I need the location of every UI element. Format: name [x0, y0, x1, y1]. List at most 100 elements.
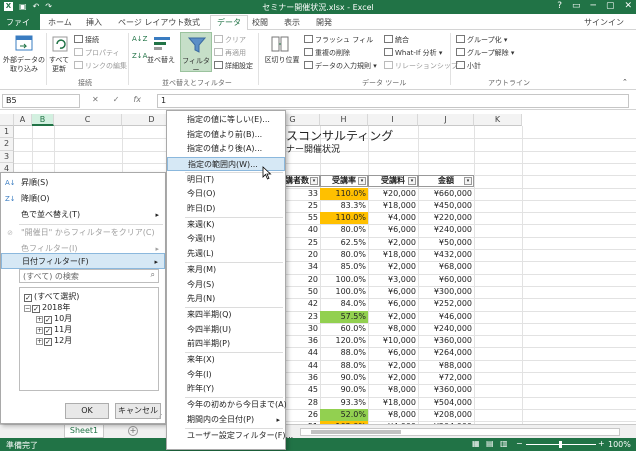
edit-links-button[interactable]: リンクの編集 — [74, 61, 127, 71]
filter-search-input[interactable]: (すべて) の検索 ⌕ — [19, 269, 159, 283]
date-filter-option[interactable]: 今四半期(U) — [167, 323, 285, 337]
group-button[interactable]: グループ化 ▾ — [456, 35, 507, 45]
table-cell[interactable]: ¥504,000 — [418, 397, 474, 409]
table-cell[interactable]: ¥60,000 — [418, 274, 474, 286]
table-cell[interactable]: ¥3,000 — [368, 274, 418, 286]
table-cell[interactable]: 85.0% — [320, 261, 368, 273]
date-filter-option[interactable]: 先月(N) — [167, 292, 285, 306]
date-filter-option[interactable]: 来四半期(Q) — [167, 308, 285, 322]
confirm-entry-icon[interactable]: ✓ — [113, 95, 120, 104]
date-filter-option[interactable]: 今日(O) — [167, 187, 285, 201]
tree-month[interactable]: + ✓ 11月 — [36, 324, 72, 335]
date-filter-option[interactable]: 先週(L) — [167, 247, 285, 261]
table-cell[interactable]: ¥2,000 — [368, 261, 418, 273]
expand-icon[interactable]: + — [36, 338, 43, 345]
table-cell[interactable]: ¥10,000 — [368, 335, 418, 347]
horizontal-scrollbar[interactable] — [300, 428, 620, 436]
table-cell[interactable]: ¥6,000 — [368, 286, 418, 298]
table-cell[interactable]: 84.0% — [320, 298, 368, 310]
date-filter-option[interactable]: ユーザー設定フィルター(F)... — [167, 429, 293, 443]
ungroup-button[interactable]: グループ解除 ▾ — [456, 48, 514, 58]
column-header[interactable]: B — [32, 114, 54, 126]
date-filter-option[interactable]: 来週(K) — [167, 218, 285, 232]
date-filter-option[interactable]: 今週(H) — [167, 232, 285, 246]
collapse-ribbon-icon[interactable]: ⌃ — [622, 78, 628, 87]
table-cell[interactable]: ¥18,000 — [368, 200, 418, 212]
column-header[interactable]: H — [320, 114, 368, 126]
table-cell[interactable]: 60.0% — [320, 323, 368, 335]
clear-filter-item[interactable]: ⊘ "開催日" からフィルターをクリア(C) — [1, 225, 165, 241]
checkbox-checked-icon[interactable]: ✓ — [24, 294, 32, 302]
table-cell[interactable]: 83.3% — [320, 200, 368, 212]
table-cell[interactable]: ¥46,000 — [418, 311, 474, 323]
date-filter-option[interactable]: 昨日(D) — [167, 202, 285, 216]
sort-ascending-button[interactable]: A↓Z — [132, 35, 147, 44]
table-cell[interactable]: ¥2,000 — [368, 311, 418, 323]
table-cell[interactable]: 110.0% — [320, 212, 368, 225]
tab-developer[interactable]: 開発 — [310, 16, 338, 30]
date-filter-option[interactable]: 昨年(Y) — [167, 382, 285, 396]
table-cell[interactable]: ¥8,000 — [368, 323, 418, 335]
table-cell[interactable]: ¥264,000 — [418, 347, 474, 359]
table-cell[interactable]: ¥240,000 — [418, 224, 474, 236]
column-header[interactable]: A — [14, 114, 32, 126]
table-cell[interactable]: 52.0% — [320, 408, 368, 421]
table-cell[interactable]: 100.0% — [320, 274, 368, 286]
table-cell[interactable]: 57.5% — [320, 310, 368, 323]
sign-in-link[interactable]: サインイン — [584, 17, 624, 28]
expand-icon[interactable]: + — [36, 316, 43, 323]
zoom-level[interactable]: 100% — [608, 440, 631, 449]
table-cell[interactable]: 90.0% — [320, 384, 368, 396]
remove-duplicates-button[interactable]: 重複の削除 — [304, 48, 350, 58]
collapse-icon[interactable]: − — [24, 305, 31, 312]
date-filter-option[interactable]: 前四半期(P) — [167, 337, 285, 351]
table-cell[interactable]: ¥50,000 — [418, 237, 474, 249]
table-cell[interactable]: 100.0% — [320, 286, 368, 298]
table-cell[interactable]: 120.0% — [320, 335, 368, 347]
checkbox-checked-icon[interactable]: ✓ — [44, 327, 52, 335]
table-cell[interactable]: 80.0% — [320, 224, 368, 236]
select-all-corner[interactable] — [0, 114, 14, 126]
date-filter-option[interactable]: 今年の初めから今日まで(A) — [167, 398, 287, 412]
text-to-columns-button[interactable]: 区切り位置 — [262, 56, 302, 65]
table-cell[interactable]: ¥240,000 — [418, 323, 474, 335]
tab-insert[interactable]: 挿入 — [80, 16, 108, 30]
add-sheet-icon[interactable]: + — [128, 426, 138, 436]
date-filter-option[interactable]: 来年(X) — [167, 353, 285, 367]
table-cell[interactable]: ¥300,000 — [418, 286, 474, 298]
tree-month[interactable]: + ✓ 10月 — [36, 313, 72, 324]
table-cell[interactable]: ¥360,000 — [418, 335, 474, 347]
sort-button[interactable]: 並べ替え — [144, 56, 178, 65]
tree-month[interactable]: + ✓ 12月 — [36, 335, 72, 346]
tree-select-all[interactable]: ✓ (すべて選択) — [24, 291, 79, 302]
name-box[interactable]: B5 — [2, 94, 80, 108]
table-cell[interactable]: ¥432,000 — [418, 249, 474, 261]
table-cell[interactable]: ¥252,000 — [418, 298, 474, 310]
filter-dropdown-icon[interactable]: ▾ — [310, 177, 318, 186]
row-header[interactable]: 1 — [0, 126, 14, 139]
advanced-filter-button[interactable]: 詳細設定 — [214, 61, 253, 71]
data-validation-button[interactable]: データの入力規則 ▾ — [304, 61, 377, 71]
table-cell[interactable]: 88.0% — [320, 360, 368, 372]
table-cell[interactable]: ¥2,000 — [368, 237, 418, 249]
sheet-tab[interactable]: Sheet1 — [64, 425, 104, 438]
scrollbar-thumb[interactable] — [311, 430, 401, 434]
checkbox-checked-icon[interactable]: ✓ — [44, 316, 52, 324]
table-cell[interactable]: ¥2,000 — [368, 360, 418, 372]
table-cell[interactable]: ¥2,000 — [368, 372, 418, 384]
table-cell[interactable]: ¥450,000 — [418, 200, 474, 212]
filter-dropdown-icon[interactable]: ▾ — [408, 177, 416, 186]
table-cell[interactable]: 110.0% — [320, 187, 368, 200]
ribbon-display-icon[interactable]: ▭ — [572, 1, 581, 11]
insert-function-icon[interactable]: fx — [133, 95, 141, 104]
properties-button[interactable]: プロパティ — [74, 48, 120, 58]
minimize-icon[interactable]: ─ — [591, 1, 596, 11]
table-cell[interactable]: ¥68,000 — [418, 261, 474, 273]
date-filter-option[interactable]: 期間内の全日付(P) ▸ — [167, 413, 285, 427]
date-filter-option[interactable]: 指定の値より後(A)... — [167, 142, 285, 156]
table-cell[interactable]: ¥18,000 — [368, 397, 418, 409]
date-filter-option[interactable]: 指定の値より前(B)... — [167, 128, 285, 142]
what-if-button[interactable]: What-If 分析 ▾ — [384, 48, 442, 58]
help-icon[interactable]: ? — [557, 1, 562, 11]
zoom-slider[interactable] — [526, 441, 596, 448]
